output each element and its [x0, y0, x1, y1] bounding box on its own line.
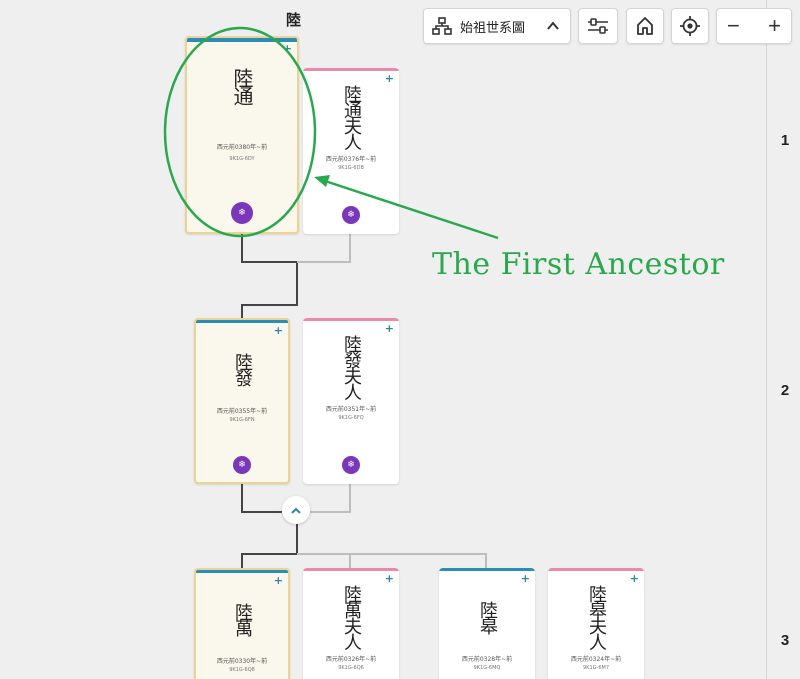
recenter-button[interactable]: [671, 8, 709, 44]
person-dates: 西元前0380年~前: [216, 144, 268, 151]
settings-button[interactable]: [578, 8, 618, 44]
spouse-line-1: [297, 234, 351, 263]
person-name: 陸通: [230, 68, 254, 104]
generation-gutter: [766, 0, 767, 679]
zoom-controls: − +: [716, 8, 792, 44]
chart-type-label: 始祖世系圖: [460, 20, 526, 36]
descent-line-1: [241, 234, 298, 318]
gender-bar: [303, 68, 399, 71]
person-card[interactable]: + 陸皋夫人 西元前0324年~前 9K1G-6M7: [548, 568, 644, 679]
connector-lines: [241, 234, 487, 568]
generation-number: 3: [780, 632, 790, 649]
temple-icon[interactable]: ❄: [342, 456, 360, 474]
person-name: 陸發夫人: [341, 335, 362, 399]
person-card[interactable]: + 陸萬夫人 西元前0326年~前 9K1G-6Q6: [303, 568, 399, 679]
person-name: 陸萬: [232, 603, 253, 635]
person-card[interactable]: + 陸發夫人 西元前0351年~前 9K1G-6FQ ❄: [303, 318, 399, 484]
add-icon[interactable]: +: [283, 43, 292, 54]
person-name: 陸皋夫人: [586, 585, 607, 649]
gender-bar: [187, 38, 297, 42]
person-card[interactable]: + 陸通夫人 西元前0376年~前 9K1G-6DB ❄: [303, 68, 399, 234]
descent-line-2b: [241, 524, 298, 568]
person-dates: 西元前0351年~前: [325, 406, 377, 413]
temple-icon[interactable]: ❄: [231, 202, 253, 224]
person-id: 9K1G-6DB: [338, 165, 364, 171]
person-dates: 西元前0326年~前: [325, 656, 377, 663]
person-dates: 西元前0328年~前: [461, 656, 513, 663]
gender-bar: [548, 568, 644, 571]
sliders-icon: [587, 16, 609, 36]
person-name: 陸皋: [477, 601, 498, 633]
pedigree-canvas[interactable]: 1 2 3 陸 始祖世系圖 − + + 陸通 西元前0380年~前 9K1G-6…: [0, 0, 800, 679]
person-id: 9K1G-6M7: [583, 665, 609, 671]
home-icon: [635, 16, 655, 36]
person-dates: 西元前0376年~前: [325, 156, 377, 163]
home-button[interactable]: [626, 8, 664, 44]
person-card-direct-line[interactable]: + 陸萬 西元前0330年~前 9K1G-6Q8: [194, 568, 290, 679]
gender-bar: [196, 570, 288, 573]
person-dates: 西元前0355年~前: [216, 408, 268, 415]
person-name: 陸萬夫人: [341, 585, 362, 649]
person-card[interactable]: + 陸皋 西元前0328年~前 9K1G-6MQ: [439, 568, 535, 679]
person-id: 9K1G-6Q6: [338, 665, 364, 671]
person-dates: 西元前0324年~前: [570, 656, 622, 663]
target-icon: [679, 15, 701, 37]
surname-heading: 陸: [286, 11, 302, 29]
temple-icon[interactable]: ❄: [233, 456, 251, 474]
temple-icon[interactable]: ❄: [342, 206, 360, 224]
generation-number: 1: [780, 132, 790, 149]
chart-type-select[interactable]: 始祖世系圖: [423, 8, 571, 44]
zoom-in-button[interactable]: +: [768, 15, 781, 37]
person-id: 9K1G-6DY: [229, 156, 255, 162]
collapse-children-button[interactable]: [282, 496, 310, 524]
person-id: 9K1G-6MQ: [473, 665, 501, 671]
annotation-label: The First Ancestor: [432, 247, 725, 282]
person-id: 9K1G-6FQ: [338, 415, 364, 421]
person-name: 陸通夫人: [341, 85, 362, 149]
tree-icon: [432, 17, 452, 35]
zoom-out-button[interactable]: −: [727, 15, 740, 37]
person-card-focus[interactable]: + 陸通 西元前0380年~前 9K1G-6DY ❄: [185, 36, 299, 234]
person-name: 陸發: [232, 353, 253, 385]
sibling-line: [297, 553, 487, 568]
gender-bar: [303, 318, 399, 321]
generation-number: 2: [780, 382, 790, 399]
chevron-up-icon: [290, 501, 302, 520]
chevron-up-icon: [546, 19, 560, 33]
spouse-line-2: [310, 484, 351, 513]
gender-bar: [196, 320, 288, 323]
person-dates: 西元前0330年~前: [216, 658, 268, 665]
person-card-direct-line[interactable]: + 陸發 西元前0355年~前 9K1G-6FN ❄: [194, 318, 290, 484]
descent-line-2a: [241, 484, 282, 513]
person-id: 9K1G-6FN: [229, 417, 255, 423]
gender-bar: [439, 568, 535, 571]
person-id: 9K1G-6Q8: [229, 667, 255, 673]
gender-bar: [303, 568, 399, 571]
